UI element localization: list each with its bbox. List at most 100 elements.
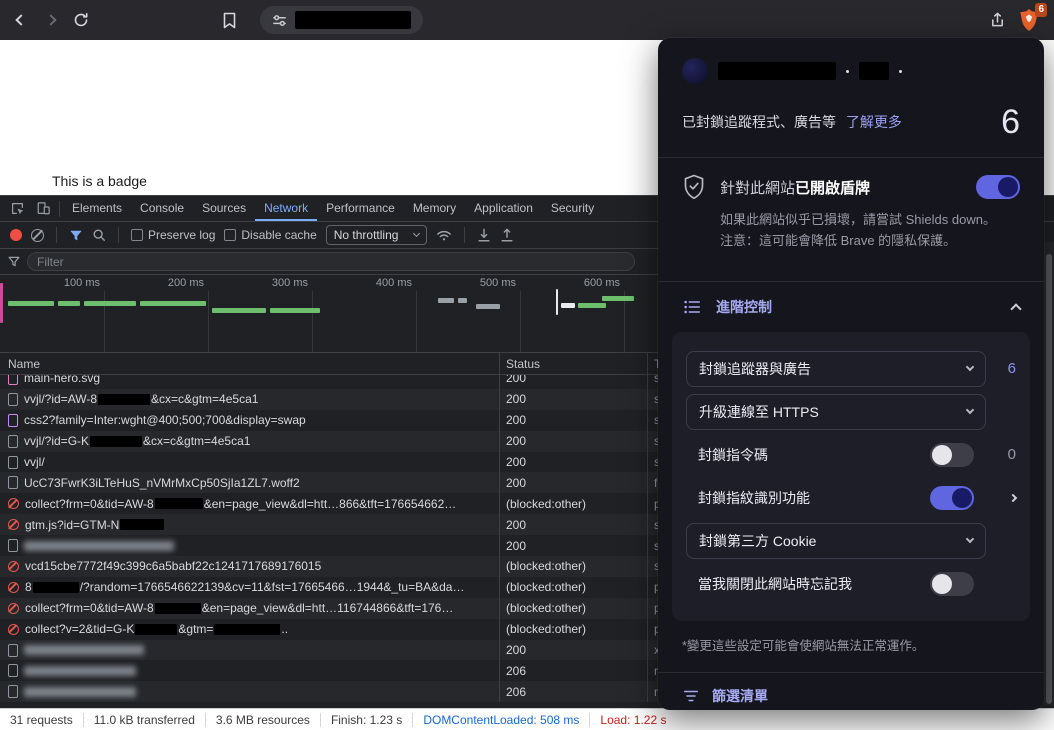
redacted-text bbox=[90, 435, 143, 447]
clear-icon[interactable] bbox=[31, 228, 44, 242]
request-name-text: /?random=1766546622139&cv=11&fst=1766546… bbox=[79, 580, 465, 595]
tab-application[interactable]: Application bbox=[465, 196, 542, 221]
timeline-activity-bar bbox=[476, 304, 500, 309]
column-header-name[interactable]: Name bbox=[0, 353, 500, 374]
block-scripts-toggle[interactable] bbox=[930, 442, 974, 467]
brave-shields-panel: 已封鎖追蹤程式、廣告等 了解更多 6 針對此網站已開啟盾牌 如果此網站似乎已損壞… bbox=[658, 38, 1044, 710]
request-status: (blocked:other) bbox=[500, 576, 648, 598]
redacted-text bbox=[32, 581, 79, 593]
timeline-activity-bar bbox=[556, 289, 558, 315]
forward-button[interactable] bbox=[36, 5, 66, 35]
import-har-icon[interactable] bbox=[477, 228, 491, 243]
throttling-value: No throttling bbox=[333, 228, 399, 242]
summary-item: 3.6 MB resources bbox=[215, 712, 310, 727]
bookmark-icon[interactable] bbox=[214, 5, 244, 35]
filter-lists-link[interactable]: 篩選清單 bbox=[658, 673, 1044, 710]
timeline-activity-bar bbox=[8, 301, 54, 306]
checkbox[interactable] bbox=[131, 229, 143, 241]
record-button[interactable] bbox=[10, 229, 22, 241]
request-name-text: collect?v=2&tid=G-K bbox=[25, 622, 135, 637]
block-trackers-dropdown[interactable]: 封鎖追蹤器與廣告 bbox=[686, 350, 986, 387]
advanced-controls-label: 進階控制 bbox=[716, 298, 772, 315]
blurred-text bbox=[24, 540, 174, 551]
site-name-redacted bbox=[718, 62, 836, 80]
dot bbox=[899, 69, 902, 73]
timeline-gridline bbox=[520, 291, 521, 352]
redacted-text bbox=[214, 623, 281, 635]
search-icon[interactable] bbox=[92, 228, 106, 242]
chevron-down-icon bbox=[965, 534, 975, 544]
url-redacted bbox=[295, 11, 411, 29]
request-name-text: vcd15cbe7772f49c399c6a5babf22c1241717689… bbox=[25, 559, 322, 574]
blurred-text bbox=[24, 665, 136, 676]
back-button[interactable] bbox=[6, 5, 36, 35]
dom-content-loaded-time: DOMContentLoaded: 508 ms bbox=[423, 712, 580, 727]
learn-more-link[interactable]: 了解更多 bbox=[846, 114, 902, 130]
request-status: 206 bbox=[500, 660, 648, 682]
network-filter-input[interactable] bbox=[27, 252, 635, 271]
request-status: 200 bbox=[500, 388, 648, 410]
timeline-tick-label: 200 ms bbox=[167, 277, 204, 289]
request-status: 200 bbox=[500, 409, 648, 431]
tab-performance[interactable]: Performance bbox=[317, 196, 404, 221]
tab-security[interactable]: Security bbox=[542, 196, 603, 221]
checkbox[interactable] bbox=[224, 229, 237, 241]
request-name-text: collect?frm=0&tid=AW-8 bbox=[25, 496, 154, 511]
tab-sources[interactable]: Sources bbox=[193, 196, 255, 221]
fingerprinting-detail-chevron[interactable] bbox=[986, 493, 1018, 502]
request-status: 206 bbox=[500, 681, 648, 703]
block-cookies-dropdown[interactable]: 封鎖第三方 Cookie bbox=[686, 522, 986, 559]
redacted-text bbox=[154, 498, 203, 510]
brave-shields-button[interactable]: 6 bbox=[1018, 3, 1047, 32]
shields-master-toggle[interactable] bbox=[976, 175, 1020, 200]
request-name-text: &cx=c&gtm=4e5ca1 bbox=[151, 392, 259, 407]
timeline-gridline bbox=[416, 291, 417, 352]
forget-site-toggle[interactable] bbox=[930, 571, 974, 596]
scrollbar-thumb[interactable] bbox=[1046, 254, 1052, 704]
site-header bbox=[658, 38, 1044, 84]
timeline-activity-bar bbox=[84, 301, 136, 306]
timeline-tick-label: 500 ms bbox=[479, 277, 516, 289]
request-status: (blocked:other) bbox=[500, 597, 648, 619]
throttling-select[interactable]: No throttling bbox=[325, 225, 428, 245]
request-name-text: .. bbox=[281, 622, 289, 637]
upgrade-https-dropdown[interactable]: 升級連線至 HTTPS bbox=[686, 393, 986, 430]
tab-memory[interactable]: Memory bbox=[404, 196, 465, 221]
tab-console[interactable]: Console bbox=[131, 196, 193, 221]
timeline-tick-label: 600 ms bbox=[583, 277, 620, 289]
trackers-count: 6 bbox=[1007, 360, 1016, 378]
device-toolbar-icon[interactable] bbox=[30, 196, 56, 221]
shields-badge-count: 6 bbox=[1035, 3, 1047, 17]
blocked-request-icon bbox=[8, 519, 19, 531]
preserve-log-checkbox[interactable]: Preserve log bbox=[131, 228, 215, 242]
tab-elements[interactable]: Elements bbox=[63, 196, 131, 221]
timeline-gridline bbox=[208, 291, 209, 352]
inspect-element-icon[interactable] bbox=[4, 196, 30, 221]
advanced-controls-card: 封鎖追蹤器與廣告 6 升級連線至 HTTPS 封鎖指令碼 0 封鎖指紋識別功能 bbox=[672, 331, 1030, 621]
chevron-down-icon bbox=[965, 362, 975, 372]
block-fingerprinting-toggle[interactable] bbox=[930, 485, 974, 510]
file-type-icon bbox=[8, 392, 18, 406]
timeline-activity-bar bbox=[58, 301, 80, 306]
settings-warning-note: *變更這些設定可能會使網站無法正常運作。 bbox=[682, 638, 925, 653]
url-bar[interactable] bbox=[260, 6, 423, 34]
export-har-icon[interactable] bbox=[500, 228, 514, 243]
reload-button[interactable] bbox=[66, 5, 96, 35]
site-settings-icon[interactable] bbox=[272, 13, 287, 28]
request-name-text: UcC73FwrK3iLTeHuS_nVMrMxCp50SjIa1ZL7.wof… bbox=[24, 475, 300, 490]
filter-toggle-icon[interactable] bbox=[69, 229, 83, 242]
share-icon[interactable] bbox=[982, 5, 1012, 35]
column-header-status[interactable]: Status bbox=[500, 353, 648, 374]
file-type-icon bbox=[8, 375, 18, 385]
request-name-text: collect?frm=0&tid=AW-8 bbox=[25, 601, 154, 616]
blocked-total-count: 6 bbox=[1001, 103, 1020, 141]
timeline-tick-label: 300 ms bbox=[271, 277, 308, 289]
advanced-controls-toggle[interactable]: 進階控制 bbox=[658, 282, 1044, 332]
request-name-text: &cx=c&gtm=4e5ca1 bbox=[143, 434, 251, 449]
disable-cache-checkbox[interactable]: Disable cache bbox=[224, 228, 317, 242]
request-name-text: 8 bbox=[25, 580, 32, 595]
tab-network[interactable]: Network bbox=[255, 196, 318, 221]
devtools-scrollbar[interactable] bbox=[1044, 242, 1054, 706]
network-conditions-icon[interactable] bbox=[436, 229, 452, 242]
shields-hint: 如果此網站似乎已損壞，請嘗試 Shields down。 注意：這可能會降低 B… bbox=[720, 212, 996, 248]
